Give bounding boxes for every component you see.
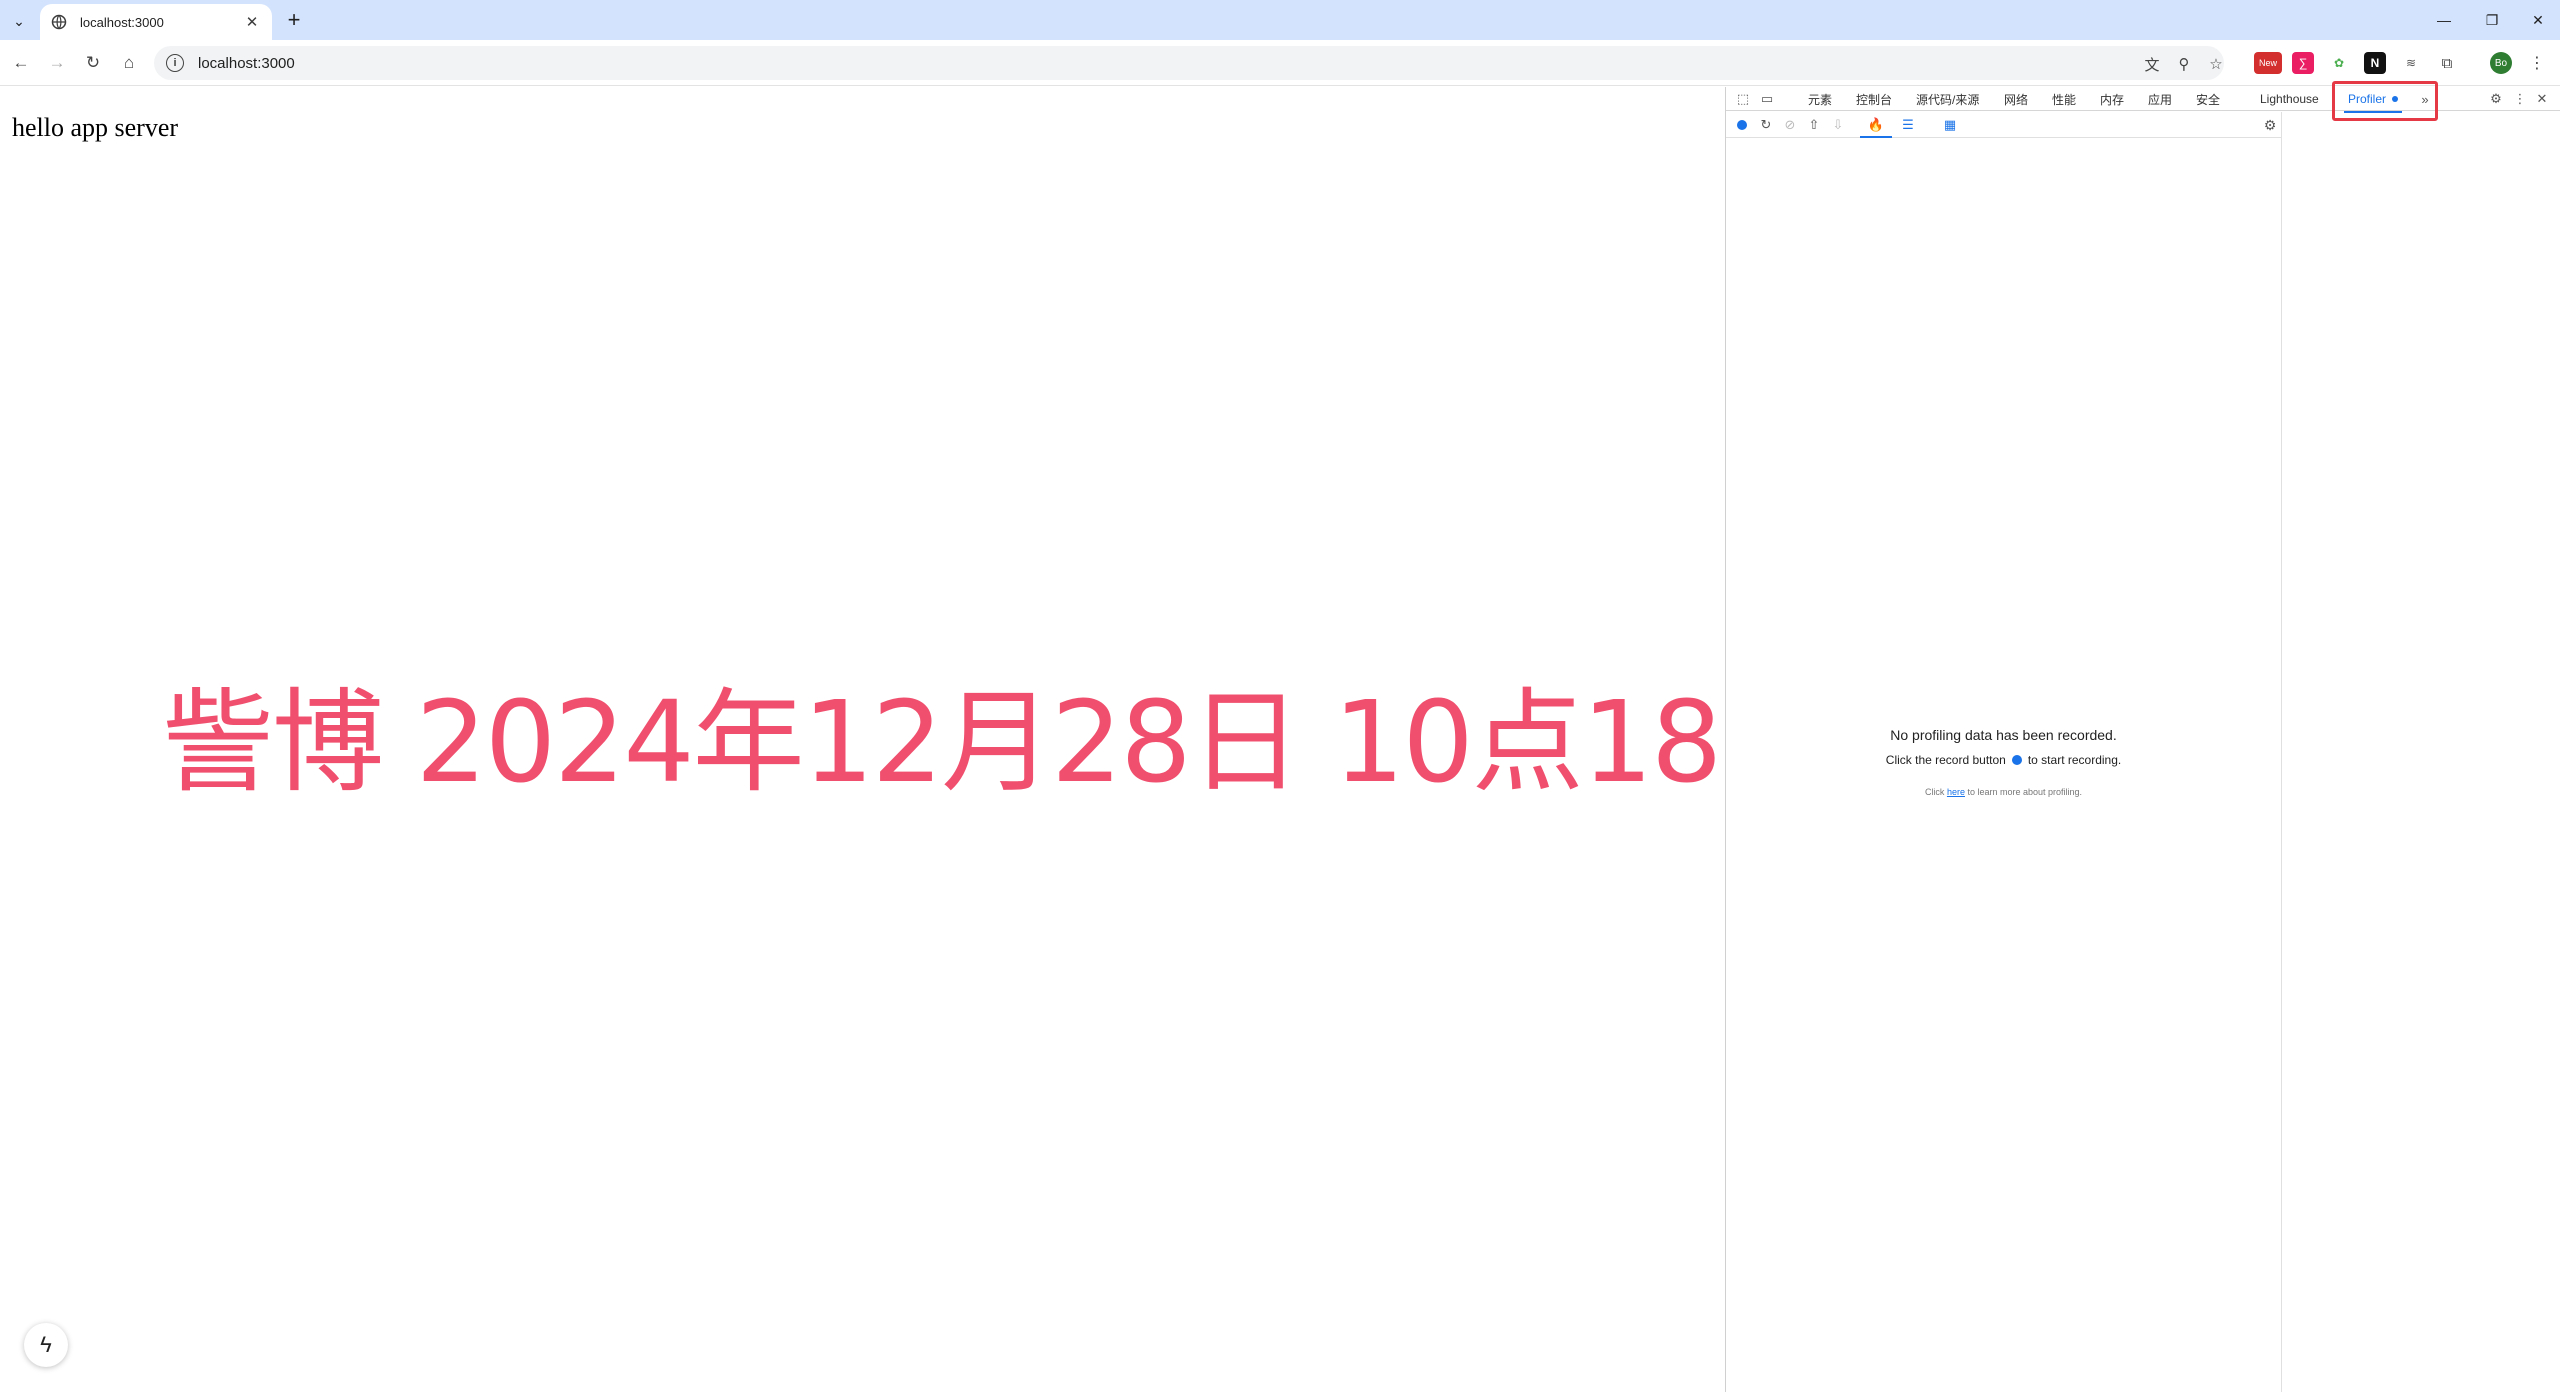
profiler-split-divider[interactable] bbox=[2281, 112, 2282, 1392]
minimize-icon[interactable]: — bbox=[2426, 0, 2462, 40]
zoom-icon[interactable]: ⚲ bbox=[2174, 54, 2194, 74]
reload-icon[interactable]: ↻ bbox=[80, 50, 106, 76]
extension-pink-icon[interactable]: ∑ bbox=[2292, 52, 2314, 74]
page-viewport: hello app server 訾博 2024年12月28日 10点18分 ϟ bbox=[0, 87, 1832, 1392]
devtools-panel: ⬚ ▭ 元素 控制台 源代码/来源 网络 性能 内存 应用 安全 Lightho… bbox=[1725, 81, 2560, 1392]
devtools-settings-icon[interactable]: ⚙ bbox=[2487, 91, 2505, 107]
page-heading: hello app server bbox=[12, 113, 179, 142]
record-dot-icon bbox=[2011, 755, 2022, 765]
new-tab-button[interactable]: + bbox=[280, 6, 308, 34]
tab-search-icon[interactable]: ⌄ bbox=[6, 8, 32, 34]
close-window-icon[interactable]: ✕ bbox=[2520, 0, 2556, 40]
device-toggle-icon[interactable]: ▭ bbox=[1758, 91, 1776, 107]
nextjs-dev-indicator-icon[interactable]: ϟ bbox=[24, 1323, 68, 1367]
address-url: localhost:3000 bbox=[198, 54, 295, 72]
notion-extension-icon[interactable]: N bbox=[2364, 52, 2386, 74]
extension-badge-label: New bbox=[2258, 58, 2277, 68]
devtools-tab-bar: ⬚ ▭ 元素 控制台 源代码/来源 网络 性能 内存 应用 安全 Lightho… bbox=[1726, 81, 2560, 121]
learn-more-link[interactable]: here bbox=[1947, 787, 1965, 797]
clear-profile-icon[interactable]: ⊘ bbox=[1780, 116, 1800, 134]
flamegraph-icon[interactable]: 🔥 bbox=[1860, 116, 1892, 138]
tab-lighthouse[interactable]: Lighthouse bbox=[2260, 87, 2319, 111]
globe-icon bbox=[50, 13, 68, 31]
tab-security[interactable]: 安全 bbox=[2196, 87, 2220, 111]
back-icon[interactable]: ← bbox=[8, 50, 34, 76]
extension-new-icon[interactable]: New bbox=[2254, 52, 2282, 74]
close-tab-icon[interactable]: ✕ bbox=[242, 13, 262, 31]
extension-colorful-icon[interactable]: ✿ bbox=[2328, 52, 2350, 74]
empty-hint-after: to start recording. bbox=[2027, 753, 2122, 767]
home-icon[interactable]: ⌂ bbox=[116, 50, 142, 76]
profiler-empty-state: No profiling data has been recorded. Cli… bbox=[1726, 727, 2281, 797]
profile-avatar[interactable]: Bo bbox=[2490, 52, 2512, 74]
record-dot-icon bbox=[1737, 120, 1747, 130]
empty-hint-before: Click the record button bbox=[1885, 753, 2006, 767]
extension-stack-icon[interactable]: ≋ bbox=[2400, 52, 2422, 74]
banner-text: 訾博 2024年12月28日 10点18分 bbox=[162, 678, 1832, 808]
tab-performance[interactable]: 性能 bbox=[2052, 87, 2076, 111]
tab-memory[interactable]: 内存 bbox=[2100, 87, 2124, 111]
browser-menu-icon[interactable]: ⋮ bbox=[2526, 52, 2548, 74]
browser-tab[interactable]: localhost:3000 ✕ bbox=[40, 4, 272, 40]
tab-network[interactable]: 网络 bbox=[2004, 87, 2028, 111]
devtools-close-icon[interactable]: ✕ bbox=[2533, 91, 2551, 107]
tab-sources[interactable]: 源代码/来源 bbox=[1916, 87, 1979, 111]
profiler-toolbar: ↻ ⊘ ⇧ ⇩ 🔥 ☰ ▦ bbox=[1726, 112, 2281, 138]
timeline-icon[interactable]: ▦ bbox=[1940, 116, 1960, 134]
save-profile-icon[interactable]: ⇩ bbox=[1828, 116, 1848, 134]
forward-icon[interactable]: → bbox=[44, 50, 70, 76]
bookmark-star-icon[interactable]: ☆ bbox=[2206, 54, 2226, 74]
load-profile-icon[interactable]: ⇧ bbox=[1804, 116, 1824, 134]
restore-icon[interactable]: ❐ bbox=[2474, 0, 2510, 40]
record-button[interactable] bbox=[1732, 116, 1752, 134]
site-info-icon[interactable]: i bbox=[166, 54, 184, 72]
empty-title: No profiling data has been recorded. bbox=[1890, 727, 2117, 743]
reload-and-profile-icon[interactable]: ↻ bbox=[1756, 116, 1776, 134]
learn-suffix: to learn more about profiling. bbox=[1967, 787, 2083, 797]
learn-more: Click here to learn more about profiling… bbox=[1726, 787, 2281, 797]
ranked-chart-icon[interactable]: ☰ bbox=[1898, 116, 1918, 134]
profiler-settings-icon[interactable]: ⚙ bbox=[2261, 116, 2279, 134]
profiler-tab-highlight bbox=[2332, 81, 2438, 121]
tab-strip: ⌄ localhost:3000 ✕ + — ❐ ✕ bbox=[0, 0, 2560, 40]
extensions-puzzle-icon[interactable]: ⧉ bbox=[2436, 52, 2458, 74]
translate-icon[interactable]: 文 bbox=[2142, 54, 2162, 74]
browser-toolbar: ← → ↻ ⌂ i localhost:3000 文 ⚲ ☆ bbox=[0, 40, 2560, 86]
devtools-menu-icon[interactable]: ⋮ bbox=[2511, 91, 2529, 107]
inspect-element-icon[interactable]: ⬚ bbox=[1734, 91, 1752, 107]
tab-title: localhost:3000 bbox=[80, 14, 164, 30]
empty-hint: Click the record button to start recordi… bbox=[1726, 753, 2281, 767]
tab-application[interactable]: 应用 bbox=[2148, 87, 2172, 111]
learn-prefix: Click bbox=[1924, 787, 1945, 797]
tab-elements[interactable]: 元素 bbox=[1808, 87, 1832, 111]
tab-console[interactable]: 控制台 bbox=[1856, 87, 1892, 111]
address-bar[interactable]: i localhost:3000 bbox=[154, 46, 2224, 80]
